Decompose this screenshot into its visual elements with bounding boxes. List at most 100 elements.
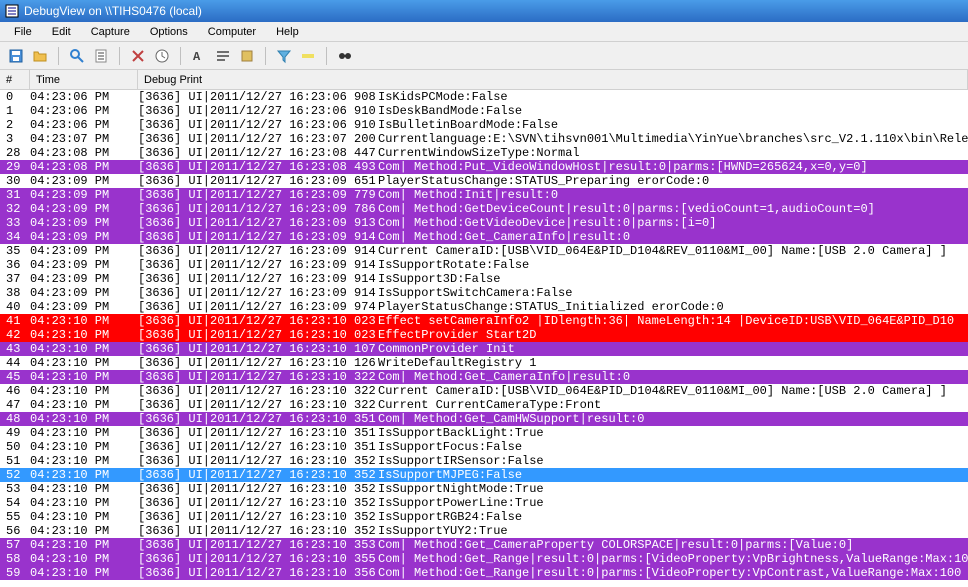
row-debug: [3636] UI|2011/12/27 16:23:09 651	[138, 174, 378, 188]
log-row[interactable]: 2904:23:08 PM[3636] UI|2011/12/27 16:23:…	[0, 160, 968, 174]
row-time: 04:23:10 PM	[30, 342, 138, 356]
log-row[interactable]: 3504:23:09 PM[3636] UI|2011/12/27 16:23:…	[0, 244, 968, 258]
row-time: 04:23:09 PM	[30, 216, 138, 230]
log-row[interactable]: 3604:23:09 PM[3636] UI|2011/12/27 16:23:…	[0, 258, 968, 272]
log-row[interactable]: 4704:23:10 PM[3636] UI|2011/12/27 16:23:…	[0, 398, 968, 412]
log-row[interactable]: 3404:23:09 PM[3636] UI|2011/12/27 16:23:…	[0, 230, 968, 244]
log-row[interactable]: 5604:23:10 PM[3636] UI|2011/12/27 16:23:…	[0, 524, 968, 538]
log-row[interactable]: 3204:23:09 PM[3636] UI|2011/12/27 16:23:…	[0, 202, 968, 216]
row-debug: [3636] UI|2011/12/27 16:23:10 356	[138, 566, 378, 580]
log-row[interactable]: 3304:23:09 PM[3636] UI|2011/12/27 16:23:…	[0, 216, 968, 230]
log-row[interactable]: 4604:23:10 PM[3636] UI|2011/12/27 16:23:…	[0, 384, 968, 398]
row-num: 54	[0, 496, 30, 510]
log-row[interactable]: 2804:23:08 PM[3636] UI|2011/12/27 16:23:…	[0, 146, 968, 160]
log-row[interactable]: 5204:23:10 PM[3636] UI|2011/12/27 16:23:…	[0, 468, 968, 482]
row-print: Currentlanguage:E:\SVN\tihsvn001\Multime…	[378, 132, 968, 146]
log-row[interactable]: 5904:23:10 PM[3636] UI|2011/12/27 16:23:…	[0, 566, 968, 580]
log-row[interactable]: 3704:23:09 PM[3636] UI|2011/12/27 16:23:…	[0, 272, 968, 286]
menu-computer[interactable]: Computer	[198, 24, 266, 40]
row-print: IsSupportRGB24:False	[378, 510, 968, 524]
row-print: Com| Method:Get_CameraInfo|result:0	[378, 370, 968, 384]
header-num[interactable]: #	[0, 70, 30, 89]
log-row[interactable]: 5504:23:10 PM[3636] UI|2011/12/27 16:23:…	[0, 510, 968, 524]
wrap-icon[interactable]	[213, 46, 233, 66]
time-icon[interactable]	[152, 46, 172, 66]
highlight-icon[interactable]	[298, 46, 318, 66]
log-row[interactable]: 004:23:06 PM[3636] UI|2011/12/27 16:23:0…	[0, 90, 968, 104]
row-num: 40	[0, 300, 30, 314]
toolbar-separator	[265, 47, 266, 65]
log-row[interactable]: 3804:23:09 PM[3636] UI|2011/12/27 16:23:…	[0, 286, 968, 300]
row-print: Com| Method:Get_CameraInfo|result:0	[378, 230, 968, 244]
row-time: 04:23:10 PM	[30, 370, 138, 384]
log-row[interactable]: 5704:23:10 PM[3636] UI|2011/12/27 16:23:…	[0, 538, 968, 552]
open-icon[interactable]	[30, 46, 50, 66]
header-debug[interactable]: Debug Print	[138, 70, 968, 89]
log-row[interactable]: 5304:23:10 PM[3636] UI|2011/12/27 16:23:…	[0, 482, 968, 496]
row-debug: [3636] UI|2011/12/27 16:23:09 974	[138, 300, 378, 314]
log-row[interactable]: 5804:23:10 PM[3636] UI|2011/12/27 16:23:…	[0, 552, 968, 566]
row-time: 04:23:08 PM	[30, 146, 138, 160]
clear-icon[interactable]	[128, 46, 148, 66]
header-time[interactable]: Time	[30, 70, 138, 89]
row-print: IsSupport3D:False	[378, 272, 968, 286]
row-num: 58	[0, 552, 30, 566]
find-icon[interactable]	[335, 46, 355, 66]
log-row[interactable]: 104:23:06 PM[3636] UI|2011/12/27 16:23:0…	[0, 104, 968, 118]
menu-file[interactable]: File	[4, 24, 42, 40]
log-row[interactable]: 4104:23:10 PM[3636] UI|2011/12/27 16:23:…	[0, 314, 968, 328]
log-row[interactable]: 204:23:06 PM[3636] UI|2011/12/27 16:23:0…	[0, 118, 968, 132]
row-debug: [3636] UI|2011/12/27 16:23:09 914	[138, 230, 378, 244]
capture-icon[interactable]	[67, 46, 87, 66]
log-row[interactable]: 4404:23:10 PM[3636] UI|2011/12/27 16:23:…	[0, 356, 968, 370]
row-time: 04:23:09 PM	[30, 286, 138, 300]
row-debug: [3636] UI|2011/12/27 16:23:10 023	[138, 314, 378, 328]
window-titlebar: DebugView on \\TIHS0476 (local)	[0, 0, 968, 22]
menu-edit[interactable]: Edit	[42, 24, 81, 40]
row-num: 2	[0, 118, 30, 132]
log-row[interactable]: 5104:23:10 PM[3636] UI|2011/12/27 16:23:…	[0, 454, 968, 468]
save-icon[interactable]	[6, 46, 26, 66]
row-time: 04:23:10 PM	[30, 468, 138, 482]
log-row[interactable]: 304:23:07 PM[3636] UI|2011/12/27 16:23:0…	[0, 132, 968, 146]
row-debug: [3636] UI|2011/12/27 16:23:10 352	[138, 468, 378, 482]
row-num: 51	[0, 454, 30, 468]
row-debug: [3636] UI|2011/12/27 16:23:10 355	[138, 552, 378, 566]
log-row[interactable]: 4904:23:10 PM[3636] UI|2011/12/27 16:23:…	[0, 426, 968, 440]
row-print: EffectProvider Start2D	[378, 328, 968, 342]
row-print: Com| Method:GetVideoDevice|result:0|parm…	[378, 216, 968, 230]
history-icon[interactable]	[237, 46, 257, 66]
row-print: IsBulletinBoardMode:False	[378, 118, 968, 132]
log-row[interactable]: 4804:23:10 PM[3636] UI|2011/12/27 16:23:…	[0, 412, 968, 426]
log-row[interactable]: 4004:23:09 PM[3636] UI|2011/12/27 16:23:…	[0, 300, 968, 314]
row-debug: [3636] UI|2011/12/27 16:23:09 786	[138, 202, 378, 216]
row-time: 04:23:09 PM	[30, 300, 138, 314]
row-time: 04:23:10 PM	[30, 440, 138, 454]
toolbar-separator	[119, 47, 120, 65]
row-debug: [3636] UI|2011/12/27 16:23:10 322	[138, 370, 378, 384]
menu-options[interactable]: Options	[140, 24, 198, 40]
filter-icon[interactable]	[274, 46, 294, 66]
menu-help[interactable]: Help	[266, 24, 309, 40]
row-num: 45	[0, 370, 30, 384]
log-row[interactable]: 3004:23:09 PM[3636] UI|2011/12/27 16:23:…	[0, 174, 968, 188]
row-debug: [3636] UI|2011/12/27 16:23:10 322	[138, 384, 378, 398]
font-icon[interactable]: A	[189, 46, 209, 66]
row-time: 04:23:09 PM	[30, 202, 138, 216]
app-icon	[4, 3, 20, 19]
toolbar: A	[0, 42, 968, 70]
row-print: Com| Method:Init|result:0	[378, 188, 968, 202]
row-num: 33	[0, 216, 30, 230]
menu-capture[interactable]: Capture	[81, 24, 140, 40]
log-row[interactable]: 4504:23:10 PM[3636] UI|2011/12/27 16:23:…	[0, 370, 968, 384]
log-row[interactable]: 3104:23:09 PM[3636] UI|2011/12/27 16:23:…	[0, 188, 968, 202]
autoscroll-icon[interactable]	[91, 46, 111, 66]
row-print: CommonProvider Init	[378, 342, 968, 356]
log-rows[interactable]: 004:23:06 PM[3636] UI|2011/12/27 16:23:0…	[0, 90, 968, 580]
log-row[interactable]: 5404:23:10 PM[3636] UI|2011/12/27 16:23:…	[0, 496, 968, 510]
log-row[interactable]: 4304:23:10 PM[3636] UI|2011/12/27 16:23:…	[0, 342, 968, 356]
log-row[interactable]: 5004:23:10 PM[3636] UI|2011/12/27 16:23:…	[0, 440, 968, 454]
row-print: IsSupportMJPEG:False	[378, 468, 968, 482]
row-print: IsSupportNightMode:True	[378, 482, 968, 496]
log-row[interactable]: 4204:23:10 PM[3636] UI|2011/12/27 16:23:…	[0, 328, 968, 342]
